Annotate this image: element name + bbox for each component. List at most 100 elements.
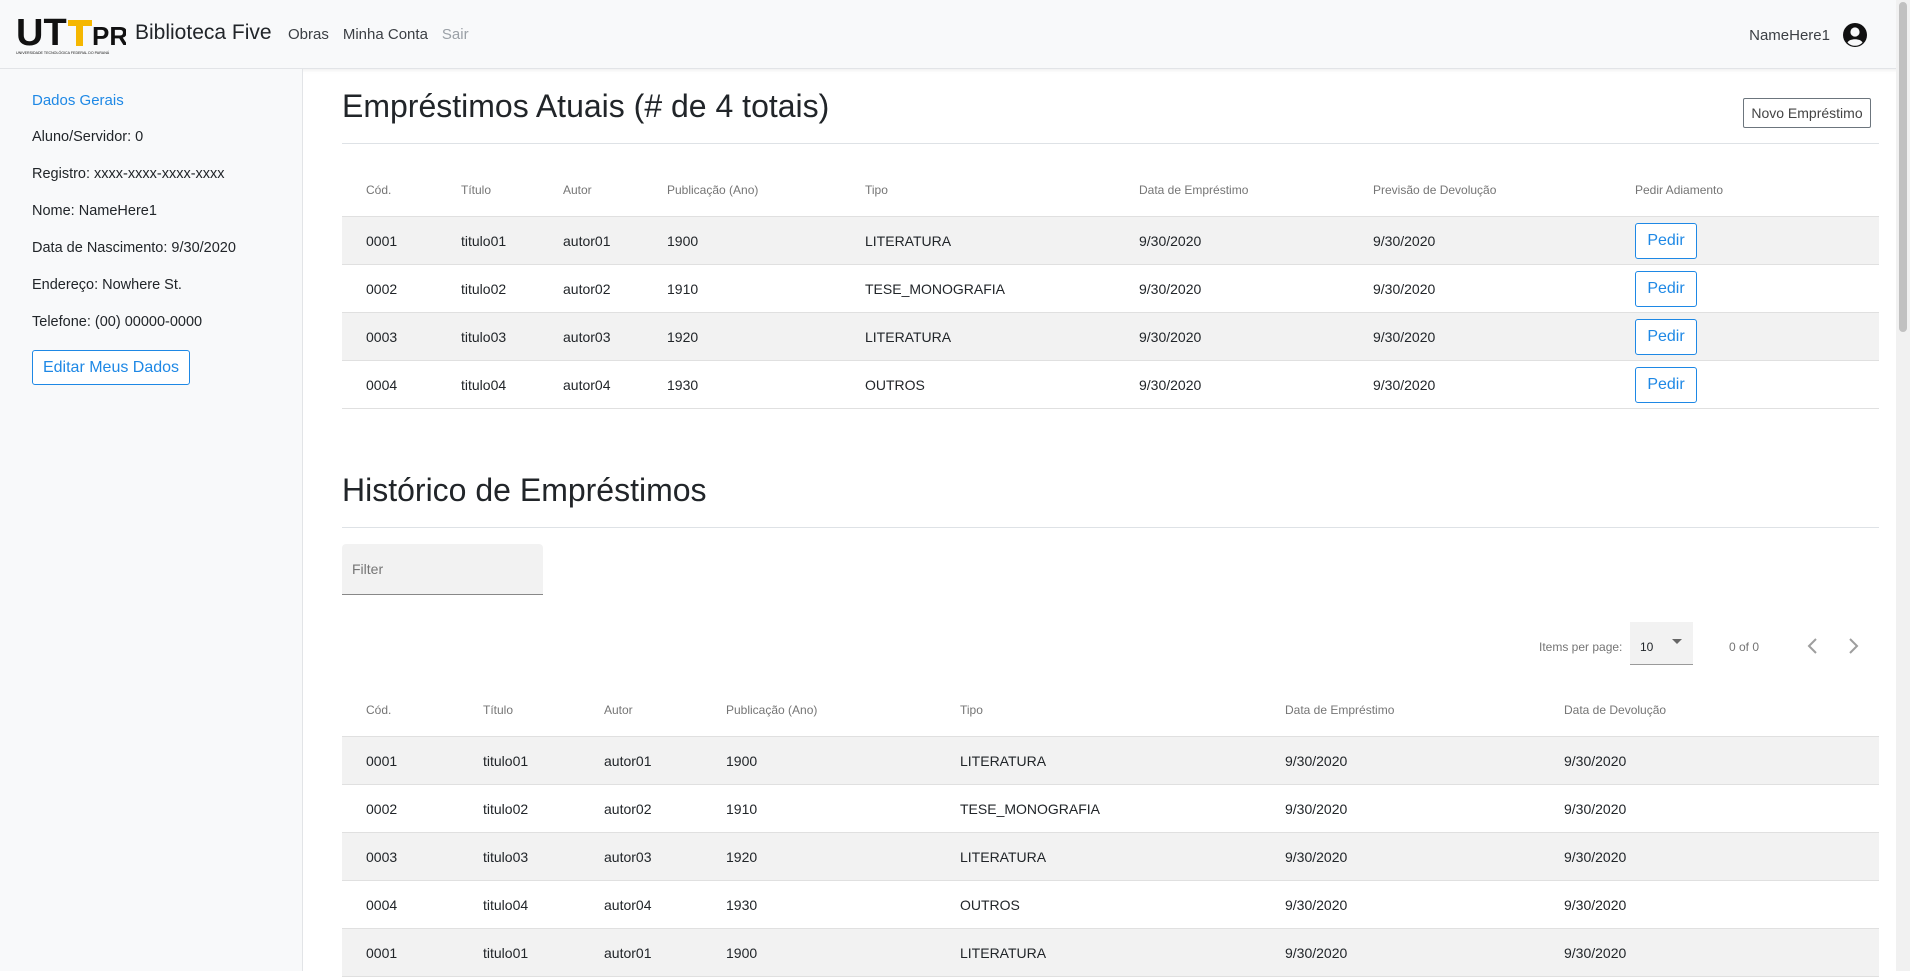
filter-field[interactable] [342, 544, 543, 595]
table-cell: 1910 [667, 280, 699, 297]
table-cell: 0001 [366, 944, 398, 961]
table-cell: 9/30/2020 [1139, 328, 1202, 345]
table-cell: TESE_MONOGRAFIA [865, 280, 1006, 297]
new-loan-button[interactable]: Novo Empréstimo [1743, 98, 1871, 128]
table-cell: 9/30/2020 [1285, 752, 1348, 769]
table-row: 0004 titulo04 autor04 1930 OUTROS 9/30/2020 9/… [342, 881, 1879, 929]
table-cell: 9/30/2020 [1373, 280, 1436, 297]
user-menu[interactable]: NameHere1 [1749, 22, 1868, 48]
action-cell: Pedir [1635, 313, 1697, 360]
table-row: 0003 titulo03 autor03 1920 LITERATURA 9/30/20… [342, 833, 1879, 881]
table-cell: OUTROS [865, 376, 925, 393]
column-header: Publicação (Ano) [726, 703, 818, 717]
table-cell: LITERATURA [960, 848, 1047, 865]
table-cell: titulo03 [461, 328, 507, 345]
items-per-page-select[interactable]: 10 [1630, 622, 1693, 665]
table-cell: OUTROS [960, 896, 1020, 913]
divider [342, 143, 1879, 144]
table-cell: 9/30/2020 [1139, 376, 1202, 393]
table-cell: 1930 [726, 896, 758, 913]
table-row: 0001 titulo01 autor01 1900 LITERATURA 9/30/20… [342, 217, 1879, 265]
table-cell: autor01 [563, 232, 611, 249]
table-cell: 1930 [667, 376, 699, 393]
table-cell: LITERATURA [960, 752, 1047, 769]
column-header: Pedir Adiamento [1635, 183, 1724, 197]
table-cell: 9/30/2020 [1564, 944, 1627, 961]
field-aluno-servidor: Aluno/Servidor: 0 [32, 129, 144, 145]
column-header: Publicação (Ano) [667, 183, 759, 197]
table-cell: 1900 [726, 944, 758, 961]
table-cell: 9/30/2020 [1564, 896, 1627, 913]
table-row: 0003 titulo03 autor03 1920 LITERATURA 9/30/20… [342, 313, 1879, 361]
top-navbar: UT PR UNIVERSIDADE TECNOLÓGICA FEDERAL D… [0, 0, 1910, 69]
edit-my-data-button[interactable]: Editar Meus Dados [32, 350, 190, 385]
svg-text:UT: UT [16, 12, 67, 54]
page-scrollbar[interactable] [1896, 0, 1910, 971]
column-header: Autor [604, 703, 633, 717]
table-cell: 9/30/2020 [1373, 232, 1436, 249]
table-cell: 9/30/2020 [1564, 800, 1627, 817]
sidebar-title-dados-gerais[interactable]: Dados Gerais [32, 92, 124, 109]
request-postpone-button[interactable]: Pedir [1635, 222, 1697, 259]
table-cell: titulo01 [461, 232, 507, 249]
paginator: Items per page: 10 0 of 0 [1530, 622, 1880, 670]
table-cell: 9/30/2020 [1139, 232, 1202, 249]
table-cell: 0003 [366, 328, 398, 345]
table-cell: 1920 [667, 328, 699, 345]
account-circle-icon[interactable] [1842, 22, 1868, 48]
action-cell: Pedir [1635, 217, 1697, 264]
table-cell: LITERATURA [865, 232, 952, 249]
nav-link-minha-conta[interactable]: Minha Conta [343, 26, 428, 43]
nav-link-sair[interactable]: Sair [442, 26, 469, 43]
table-cell: autor03 [604, 848, 652, 865]
table-cell: LITERATURA [865, 328, 952, 345]
scrollbar-thumb[interactable] [1899, 2, 1907, 332]
column-header: Data de Empréstimo [1139, 183, 1249, 197]
sidebar: Dados Gerais Aluno/Servidor: 0 Registro:… [0, 69, 303, 971]
table-header-row: Cód. Título Autor Publicação (Ano) Tipo Data … [342, 684, 1879, 737]
table-cell: 1920 [726, 848, 758, 865]
table-cell: autor01 [604, 752, 652, 769]
request-postpone-button[interactable]: Pedir [1635, 366, 1697, 403]
table-cell: 9/30/2020 [1285, 896, 1348, 913]
request-postpone-button[interactable]: Pedir [1635, 270, 1697, 307]
table-cell: 0001 [366, 232, 398, 249]
table-cell: 1900 [667, 232, 699, 249]
table-cell: autor02 [604, 800, 652, 817]
table-row: 0001 titulo01 autor01 1900 LITERATURA 9/30/20… [342, 929, 1879, 977]
page-range-label: 0 of 0 [1729, 640, 1760, 654]
next-page-icon[interactable] [1841, 634, 1865, 658]
column-header: Tipo [960, 703, 983, 717]
table-cell: 9/30/2020 [1564, 752, 1627, 769]
table-cell: 9/30/2020 [1285, 848, 1348, 865]
svg-text:PR: PR [92, 21, 126, 51]
table-cell: 9/30/2020 [1139, 280, 1202, 297]
table-cell: autor01 [604, 944, 652, 961]
filter-input[interactable] [342, 544, 534, 594]
table-cell: autor04 [604, 896, 652, 913]
column-header: Título [483, 703, 514, 717]
table-cell: titulo04 [483, 896, 529, 913]
table-cell: 0004 [366, 896, 398, 913]
column-header: Data de Devolução [1564, 703, 1667, 717]
username-label[interactable]: NameHere1 [1749, 27, 1830, 44]
table-cell: titulo01 [483, 752, 529, 769]
table-cell: titulo04 [461, 376, 507, 393]
items-per-page-value: 10 [1640, 640, 1654, 654]
table-cell: 9/30/2020 [1285, 800, 1348, 817]
utfpr-logo[interactable]: UT PR UNIVERSIDADE TECNOLÓGICA FEDERAL D… [16, 12, 126, 56]
table-cell: titulo02 [461, 280, 507, 297]
nav-link-obras[interactable]: Obras [288, 26, 329, 43]
request-postpone-button[interactable]: Pedir [1635, 318, 1697, 355]
brand-title[interactable]: Biblioteca Five [135, 21, 272, 45]
table-cell: titulo01 [483, 944, 529, 961]
table-cell: 0001 [366, 752, 398, 769]
table-cell: 1910 [726, 800, 758, 817]
divider [342, 527, 1879, 528]
column-header: Cód. [366, 183, 392, 197]
field-data-nascimento: Data de Nascimento: 9/30/2020 [32, 240, 236, 256]
table-row: 0004 titulo04 autor04 1930 OUTROS 9/30/2020 9/… [342, 361, 1879, 409]
previous-page-icon[interactable] [1801, 634, 1825, 658]
column-header: Tipo [865, 183, 888, 197]
table-cell: autor02 [563, 280, 611, 297]
